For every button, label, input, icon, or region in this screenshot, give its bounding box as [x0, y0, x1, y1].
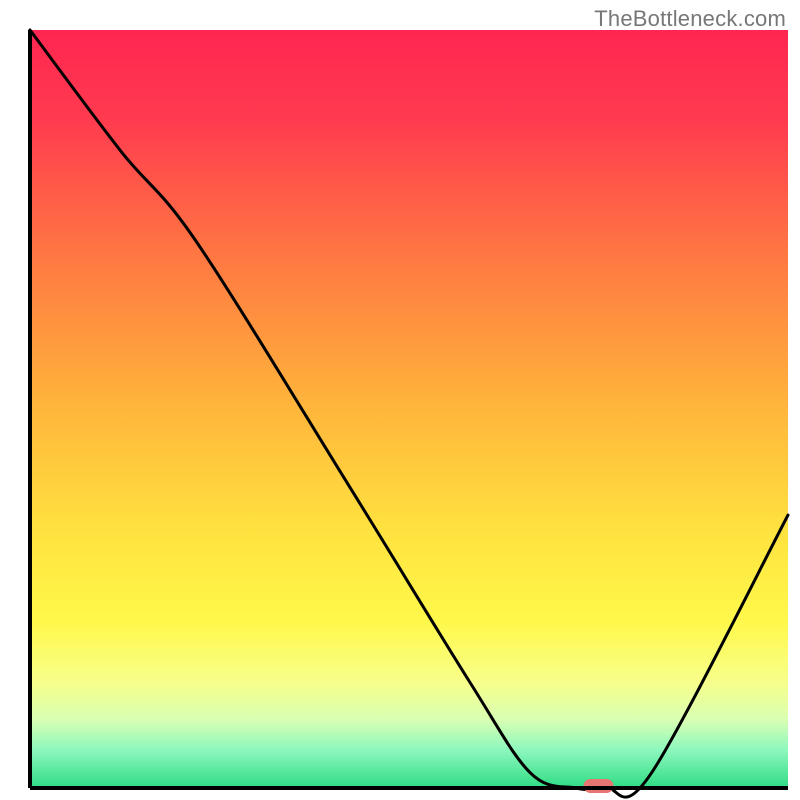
watermark-text: TheBottleneck.com [594, 6, 786, 32]
plot-background [30, 30, 788, 788]
chart-container: TheBottleneck.com [0, 0, 800, 800]
chart-svg [0, 0, 800, 800]
